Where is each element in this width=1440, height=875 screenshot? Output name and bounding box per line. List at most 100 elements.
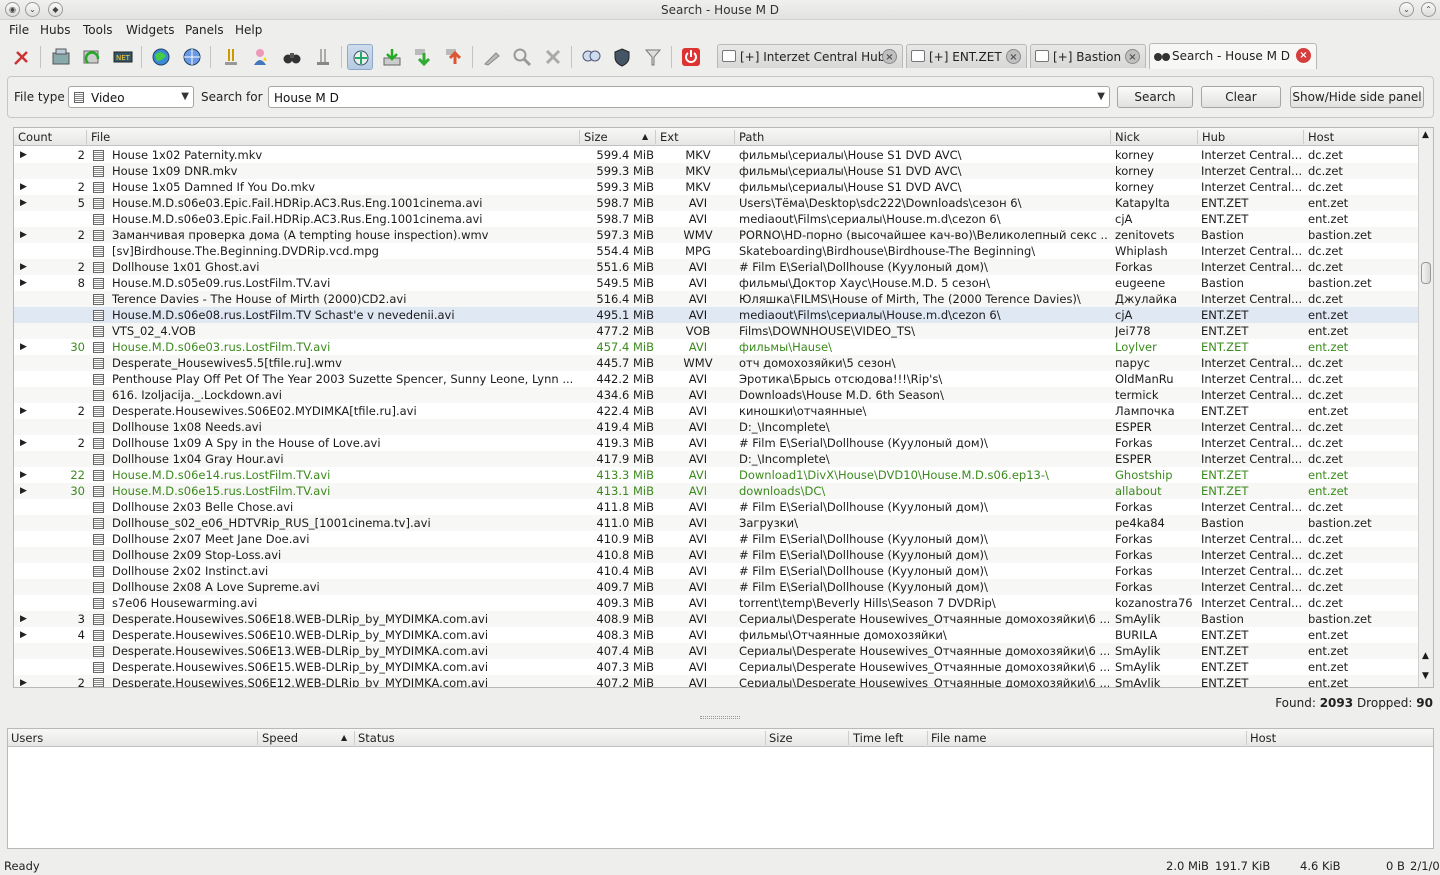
- search-input[interactable]: House M D ▼: [268, 86, 1110, 108]
- download-arrow-icon[interactable]: [410, 44, 436, 70]
- show-hide-side-panel-button[interactable]: Show/Hide side panel: [1290, 86, 1424, 108]
- column-time-left[interactable]: Time left: [853, 731, 903, 745]
- menu-hubs[interactable]: Hubs: [40, 23, 71, 37]
- table-row[interactable]: Dollhouse 1x04 Gray Hour.avi 417.9 MiB AVI…: [14, 451, 1419, 467]
- expand-arrow-icon[interactable]: ▶: [20, 147, 27, 163]
- column-path[interactable]: Path: [739, 130, 764, 144]
- favorite-users-icon[interactable]: [248, 44, 274, 70]
- search-binoculars-icon[interactable]: [279, 44, 305, 70]
- tab-search-house-m-d[interactable]: Search - House M D ×: [1149, 43, 1317, 69]
- table-row[interactable]: House.M.D.s06e08.rus.LostFilm.TV Schast'…: [14, 307, 1419, 323]
- scroll-down-icon[interactable]: ▼: [1422, 671, 1429, 681]
- expand-arrow-icon[interactable]: ▶: [20, 611, 27, 627]
- column-host[interactable]: Host: [1308, 130, 1334, 144]
- results-table[interactable]: Count File Size ▲ Ext Path Nick Hub Host…: [13, 127, 1434, 688]
- connect-hub-icon[interactable]: [48, 44, 74, 70]
- expand-arrow-icon[interactable]: ▶: [20, 483, 27, 499]
- spy-icon[interactable]: [347, 44, 373, 70]
- table-row[interactable]: Desperate.Housewives.S06E15.WEB-DLRip_by…: [14, 659, 1419, 675]
- table-row[interactable]: Dollhouse 2x03 Belle Chose.avi 411.8 MiB A…: [14, 499, 1419, 515]
- close-tab-icon[interactable]: ×: [1006, 49, 1021, 64]
- clear-button[interactable]: Clear: [1201, 86, 1281, 108]
- results-scrollbar[interactable]: ▲ ▲ ▼: [1418, 128, 1433, 687]
- file-type-select[interactable]: Video ▼: [68, 86, 194, 108]
- column-file-name[interactable]: File name: [931, 731, 987, 745]
- table-row[interactable]: ▶ 2 House 1x05 Damned If You Do.mkv 599.3 M…: [14, 179, 1419, 195]
- table-row[interactable]: [sv]Birdhouse.The.Beginning.DVDRip.vcd.m…: [14, 243, 1419, 259]
- network-icon[interactable]: NET: [110, 44, 136, 70]
- download-queue-icon[interactable]: [218, 44, 244, 70]
- close-tab-icon[interactable]: ×: [1296, 48, 1311, 63]
- column-host[interactable]: Host: [1250, 731, 1276, 745]
- table-row[interactable]: ▶ 2 Заманчивая проверка дома (A tempting h…: [14, 227, 1419, 243]
- scroll-up-icon[interactable]: ▲: [1422, 130, 1429, 140]
- table-row[interactable]: ▶ 4 Desperate.Housewives.S06E10.WEB-DLRip_…: [14, 627, 1419, 643]
- table-row[interactable]: Desperate_Housewives5.5[tfile.ru].wmv 445…: [14, 355, 1419, 371]
- table-row[interactable]: ▶ 2 Dollhouse 1x09 A Spy in the House of L…: [14, 435, 1419, 451]
- column-nick[interactable]: Nick: [1115, 130, 1140, 144]
- expand-arrow-icon[interactable]: ▶: [20, 195, 27, 211]
- menu-tools[interactable]: Tools: [83, 23, 113, 37]
- close-disconnected-icon[interactable]: [540, 44, 566, 70]
- table-row[interactable]: 616. Izoljacija._.Lockdown.avi 434.6 MiB A…: [14, 387, 1419, 403]
- column-file[interactable]: File: [91, 130, 110, 144]
- table-row[interactable]: Desperate.Housewives.S06E13.WEB-DLRip_by…: [14, 643, 1419, 659]
- table-row[interactable]: ▶ 2 House 1x02 Paternity.mkv 599.4 MiB MKV фи…: [14, 147, 1419, 163]
- downloads-icon[interactable]: [379, 44, 405, 70]
- panel-splitter[interactable]: [700, 716, 740, 719]
- table-row[interactable]: House 1x09 DNR.mkv 599.3 MiB MKV фильмы\сер…: [14, 163, 1419, 179]
- expand-arrow-icon[interactable]: ▶: [20, 339, 27, 355]
- table-row[interactable]: ▶ 3 Desperate.Housewives.S06E18.WEB-DLRip_…: [14, 611, 1419, 627]
- table-row[interactable]: House.M.D.s06e03.Epic.Fail.HDRip.AC3.Rus…: [14, 211, 1419, 227]
- table-row[interactable]: ▶ 30 House.M.D.s06e03.rus.LostFilm.TV.avi 4…: [14, 339, 1419, 355]
- table-row[interactable]: Dollhouse 2x09 Stop-Loss.avi 410.8 MiB AVI…: [14, 547, 1419, 563]
- table-row[interactable]: Terence Davies - The House of Mirth (200…: [14, 291, 1419, 307]
- table-row[interactable]: ▶ 2 Desperate.Housewives.S06E12.WEB-DLRip_…: [14, 675, 1419, 687]
- search-spy-icon[interactable]: [578, 44, 604, 70]
- table-row[interactable]: s7e06 Housewarming.avi 409.3 MiB AVI torren…: [14, 595, 1419, 611]
- adl-search-icon[interactable]: [509, 44, 535, 70]
- expand-arrow-icon[interactable]: ▶: [20, 467, 27, 483]
- table-row[interactable]: Dollhouse 2x02 Instinct.avi 410.4 MiB AVI #…: [14, 563, 1419, 579]
- column-speed[interactable]: Speed: [262, 731, 298, 745]
- table-row[interactable]: ▶ 22 House.M.D.s06e14.rus.LostFilm.TV.avi 4…: [14, 467, 1419, 483]
- column-size[interactable]: Size: [769, 731, 793, 745]
- table-row[interactable]: VTS_02_4.VOB 477.2 MiB VOB Films\DOWNHOUSE\…: [14, 323, 1419, 339]
- table-row[interactable]: Penthouse Play Off Pet Of The Year 2003 …: [14, 371, 1419, 387]
- column-status[interactable]: Status: [358, 731, 395, 745]
- expand-arrow-icon[interactable]: ▶: [20, 179, 27, 195]
- maximize-icon[interactable]: ⌃: [1421, 2, 1436, 17]
- antispam-filter-icon[interactable]: [640, 44, 666, 70]
- scroll-up-small-icon[interactable]: ▲: [1422, 651, 1429, 661]
- expand-arrow-icon[interactable]: ▶: [20, 259, 27, 275]
- table-row[interactable]: ▶ 2 Desperate.Housewives.S06E02.MYDIMKA[tf…: [14, 403, 1419, 419]
- close-tab-icon[interactable]: ×: [882, 49, 897, 64]
- expand-arrow-icon[interactable]: ▶: [20, 627, 27, 643]
- quit-power-icon[interactable]: [678, 44, 704, 70]
- reconnect-icon[interactable]: [79, 44, 105, 70]
- finished-downloads-icon[interactable]: [310, 44, 336, 70]
- expand-arrow-icon[interactable]: ▶: [20, 435, 27, 451]
- column-size[interactable]: Size: [584, 130, 608, 144]
- settings-tools-icon[interactable]: [9, 44, 35, 70]
- menu-panels[interactable]: Panels: [185, 23, 224, 37]
- hash-progress-icon[interactable]: [479, 44, 505, 70]
- column-ext[interactable]: Ext: [660, 130, 679, 144]
- transfers-table[interactable]: Users Speed ▲ Status Size Time left File…: [7, 728, 1434, 849]
- table-row[interactable]: Dollhouse 1x08 Needs.avi 419.4 MiB AVI D:_\…: [14, 419, 1419, 435]
- column-users[interactable]: Users: [11, 731, 43, 745]
- tab-ent-zet[interactable]: [+] ENT.ZET ×: [906, 44, 1027, 68]
- close-tab-icon[interactable]: ×: [1125, 49, 1140, 64]
- tab-bastion[interactable]: [+] Bastion ×: [1030, 44, 1146, 68]
- search-button[interactable]: Search: [1117, 86, 1193, 108]
- ip-filter-shield-icon[interactable]: [609, 44, 635, 70]
- upload-arrow-icon[interactable]: [441, 44, 467, 70]
- expand-arrow-icon[interactable]: ▶: [20, 675, 27, 687]
- scrollbar-thumb[interactable]: [1421, 262, 1431, 284]
- menu-widgets[interactable]: Widgets: [126, 23, 175, 37]
- table-row[interactable]: ▶ 2 Dollhouse 1x01 Ghost.avi 551.6 MiB AVI # …: [14, 259, 1419, 275]
- table-row[interactable]: Dollhouse 2x08 A Love Supreme.avi 409.7 M…: [14, 579, 1419, 595]
- expand-arrow-icon[interactable]: ▶: [20, 227, 27, 243]
- column-count[interactable]: Count: [18, 130, 52, 144]
- table-row[interactable]: ▶ 8 House.M.D.s05e09.rus.LostFilm.TV.avi 54…: [14, 275, 1419, 291]
